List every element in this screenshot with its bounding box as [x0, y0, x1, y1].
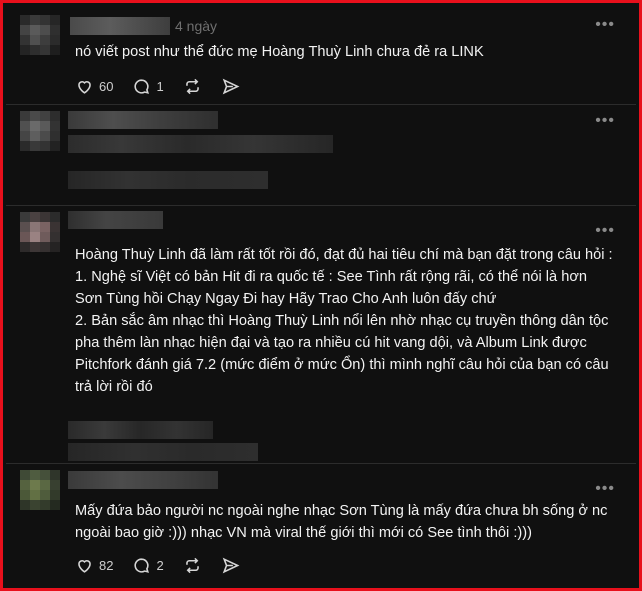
- repost-button[interactable]: [183, 77, 202, 96]
- share-button[interactable]: [221, 77, 240, 96]
- reply-icon: [134, 557, 150, 573]
- comment-line: 1. Nghệ sĩ Việt có bản Hit đi ra quốc tế…: [75, 269, 592, 307]
- comment-time: 4 ngày: [175, 18, 218, 34]
- like-button[interactable]: 82: [75, 556, 113, 575]
- comment-text: Hoàng Thuỳ Linh đã làm rất tốt rồi đó, đ…: [75, 244, 617, 398]
- reply-count: 2: [156, 557, 164, 573]
- divider: [6, 205, 636, 206]
- avatar[interactable]: [20, 212, 60, 252]
- share-button[interactable]: [221, 556, 240, 575]
- heart-icon: [78, 559, 91, 573]
- username-blurred[interactable]: [68, 111, 218, 129]
- comment-line: 2. Bản sắc âm nhạc thì Hoàng Thuỳ Linh n…: [75, 313, 613, 395]
- screenshot-frame: 4 ngày ••• nó viết post như thể đức mẹ H…: [0, 0, 642, 591]
- blurred-actions: [68, 421, 213, 439]
- like-count: 82: [99, 557, 114, 573]
- reply-button[interactable]: 2: [132, 556, 164, 575]
- more-icon[interactable]: •••: [595, 481, 615, 497]
- comment-text: Mấy đứa bảo người nc ngoài nghe nhạc Sơn…: [75, 503, 612, 541]
- comment-text: nó viết post như thể đức mẹ Hoàng Thuỳ L…: [75, 44, 484, 60]
- divider: [6, 104, 636, 105]
- comment-line: Hoàng Thuỳ Linh đã làm rất tốt rồi đó, đ…: [75, 247, 613, 263]
- repost-button[interactable]: [183, 556, 202, 575]
- heart-icon: [78, 80, 91, 94]
- avatar[interactable]: [20, 470, 60, 510]
- reply-button[interactable]: 1: [132, 77, 164, 96]
- like-count: 60: [99, 78, 114, 94]
- more-icon[interactable]: •••: [595, 17, 615, 33]
- more-icon[interactable]: •••: [595, 113, 615, 129]
- username-blurred[interactable]: [68, 471, 218, 489]
- avatar[interactable]: [20, 15, 60, 55]
- reply-count: 1: [156, 78, 164, 94]
- comment-actions: 82 2: [75, 554, 259, 576]
- blurred-content: [68, 135, 333, 153]
- more-icon[interactable]: •••: [595, 223, 615, 239]
- blurred-content: [68, 171, 268, 189]
- like-button[interactable]: 60: [75, 77, 113, 96]
- repost-icon: [185, 557, 199, 573]
- repost-icon: [185, 78, 199, 94]
- divider: [6, 463, 636, 464]
- username-blurred[interactable]: [70, 17, 170, 35]
- avatar[interactable]: [20, 111, 60, 151]
- share-icon: [222, 557, 240, 573]
- blurred-actions: [68, 443, 258, 461]
- reply-icon: [134, 78, 150, 94]
- username-blurred[interactable]: [68, 211, 163, 229]
- share-icon: [222, 78, 240, 94]
- comment-actions: 60 1: [75, 75, 259, 97]
